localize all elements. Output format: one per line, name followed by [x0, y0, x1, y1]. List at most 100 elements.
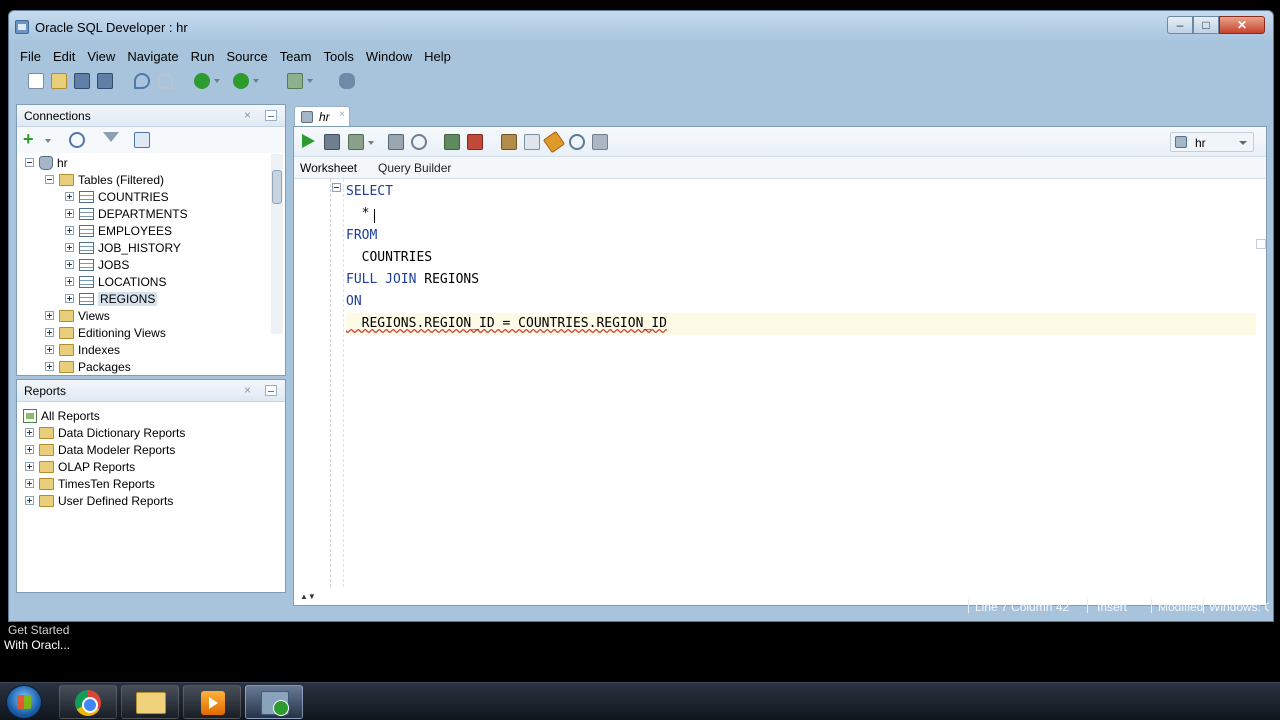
add-dropdown-icon[interactable] — [45, 139, 51, 143]
close-icon[interactable]: × — [244, 108, 251, 122]
expand-icon[interactable] — [65, 294, 74, 303]
tree-node-views[interactable]: Views — [45, 307, 110, 324]
tab-query-builder[interactable]: Query Builder — [378, 161, 451, 175]
tree-node-report[interactable]: TimesTen Reports — [25, 475, 155, 492]
open-folder-icon[interactable] — [51, 73, 67, 89]
close-icon[interactable]: × — [244, 383, 251, 397]
minimize-button[interactable]: ‒ — [1167, 16, 1193, 34]
cancel-icon[interactable] — [467, 134, 483, 150]
commit-icon[interactable] — [348, 134, 364, 150]
tree-node-tables[interactable]: Tables (Filtered) — [45, 171, 164, 188]
format-icon[interactable] — [524, 134, 540, 150]
tab-hr-worksheet[interactable]: hr × — [294, 106, 350, 126]
tree-node-editioning-views[interactable]: Editioning Views — [45, 324, 166, 341]
refresh-icon[interactable] — [69, 132, 85, 148]
collapse-icon[interactable] — [45, 175, 54, 184]
expand-icon[interactable] — [45, 328, 54, 337]
commit-dropdown-icon[interactable] — [368, 141, 374, 145]
expand-icon[interactable] — [25, 445, 34, 454]
save-icon[interactable] — [74, 73, 90, 89]
code-editor[interactable]: SELECT * FROM COUNTRIES FULL JOIN REGION… — [294, 179, 1266, 587]
autotrace-icon[interactable] — [444, 134, 460, 150]
tree-node-table[interactable]: COUNTRIES — [65, 188, 169, 205]
menu-file[interactable]: File — [20, 49, 49, 64]
expand-icon[interactable] — [25, 428, 34, 437]
minimize-panel-icon[interactable] — [265, 385, 277, 396]
menu-window[interactable]: Window — [366, 49, 420, 64]
clear-icon[interactable] — [542, 130, 566, 154]
tree-node-report[interactable]: Data Dictionary Reports — [25, 424, 185, 441]
editor-split-handle[interactable] — [1256, 239, 1266, 249]
maximize-button[interactable]: □ — [1193, 16, 1219, 34]
tree-node-packages[interactable]: Packages — [45, 358, 131, 375]
new-file-icon[interactable] — [28, 73, 44, 89]
tree-node-indexes[interactable]: Indexes — [45, 341, 120, 358]
tree-node-report[interactable]: Data Modeler Reports — [25, 441, 175, 458]
close-tab-icon[interactable]: × — [339, 109, 345, 120]
run-script-icon[interactable] — [324, 134, 340, 150]
redo-icon[interactable] — [157, 73, 173, 89]
menu-run[interactable]: Run — [191, 49, 223, 64]
menu-help[interactable]: Help — [424, 49, 459, 64]
expand-icon[interactable] — [25, 479, 34, 488]
menu-source[interactable]: Source — [226, 49, 275, 64]
title-bar[interactable]: Oracle SQL Developer : hr ‒ □ ✕ — [9, 11, 1273, 41]
explain-plan-icon[interactable] — [411, 134, 427, 150]
expand-icon[interactable] — [25, 462, 34, 471]
fold-collapse-icon[interactable] — [332, 183, 341, 192]
menu-tools[interactable]: Tools — [323, 49, 361, 64]
undo-icon[interactable] — [134, 73, 150, 89]
sql-connection-icon[interactable] — [287, 73, 303, 89]
tree-node-report[interactable]: OLAP Reports — [25, 458, 135, 475]
menu-team[interactable]: Team — [280, 49, 320, 64]
expand-icon[interactable] — [65, 277, 74, 286]
expand-icon[interactable] — [45, 362, 54, 371]
schema-browser-icon[interactable] — [134, 132, 150, 148]
forward-icon[interactable] — [233, 73, 249, 89]
tree-node-table[interactable]: DEPARTMENTS — [65, 205, 188, 222]
tree-node-table[interactable]: JOBS — [65, 256, 129, 273]
connection-dropdown-icon[interactable] — [307, 79, 313, 83]
menu-view[interactable]: View — [87, 49, 123, 64]
minimize-panel-icon[interactable] — [265, 110, 277, 121]
taskbar-sql-developer[interactable] — [245, 685, 303, 719]
tab-worksheet[interactable]: Worksheet — [300, 161, 357, 175]
start-button[interactable] — [6, 685, 42, 719]
expand-icon[interactable] — [65, 209, 74, 218]
expand-icon[interactable] — [65, 243, 74, 252]
connection-selector[interactable]: hr — [1170, 132, 1254, 152]
forward-dropdown-icon[interactable] — [253, 79, 259, 83]
rollback-icon[interactable] — [388, 134, 404, 150]
expand-icon[interactable] — [65, 260, 74, 269]
history-icon[interactable] — [569, 134, 585, 150]
expand-icon[interactable] — [25, 496, 34, 505]
taskbar-media-player[interactable] — [183, 685, 241, 719]
settings-icon[interactable] — [592, 134, 608, 150]
connections-scrollbar[interactable] — [271, 154, 283, 334]
tree-node-table[interactable]: LOCATIONS — [65, 273, 166, 290]
collapse-icon[interactable] — [25, 158, 34, 167]
sql-tuning-icon[interactable] — [501, 134, 517, 150]
expand-icon[interactable] — [45, 345, 54, 354]
taskbar-chrome[interactable] — [59, 685, 117, 719]
taskbar-explorer[interactable] — [121, 685, 179, 719]
tree-node-table-selected[interactable]: REGIONS — [65, 290, 158, 307]
add-connection-icon[interactable]: + — [23, 130, 39, 148]
back-dropdown-icon[interactable] — [214, 79, 220, 83]
back-icon[interactable] — [194, 73, 210, 89]
save-all-icon[interactable] — [97, 73, 113, 89]
expand-icon[interactable] — [65, 226, 74, 235]
tree-node-report[interactable]: User Defined Reports — [25, 492, 173, 509]
close-button[interactable]: ✕ — [1219, 16, 1265, 34]
scrollbar-thumb[interactable] — [272, 170, 282, 204]
run-statement-icon[interactable] — [302, 134, 315, 148]
tree-node-hr[interactable]: hr — [25, 154, 68, 171]
expand-icon[interactable] — [45, 311, 54, 320]
menu-edit[interactable]: Edit — [53, 49, 83, 64]
expand-icon[interactable] — [65, 192, 74, 201]
tree-node-table[interactable]: JOB_HISTORY — [65, 239, 181, 256]
filter-icon[interactable] — [103, 132, 119, 142]
tree-node-all-reports[interactable]: All Reports — [23, 407, 100, 424]
menu-navigate[interactable]: Navigate — [127, 49, 186, 64]
tree-node-table[interactable]: EMPLOYEES — [65, 222, 172, 239]
